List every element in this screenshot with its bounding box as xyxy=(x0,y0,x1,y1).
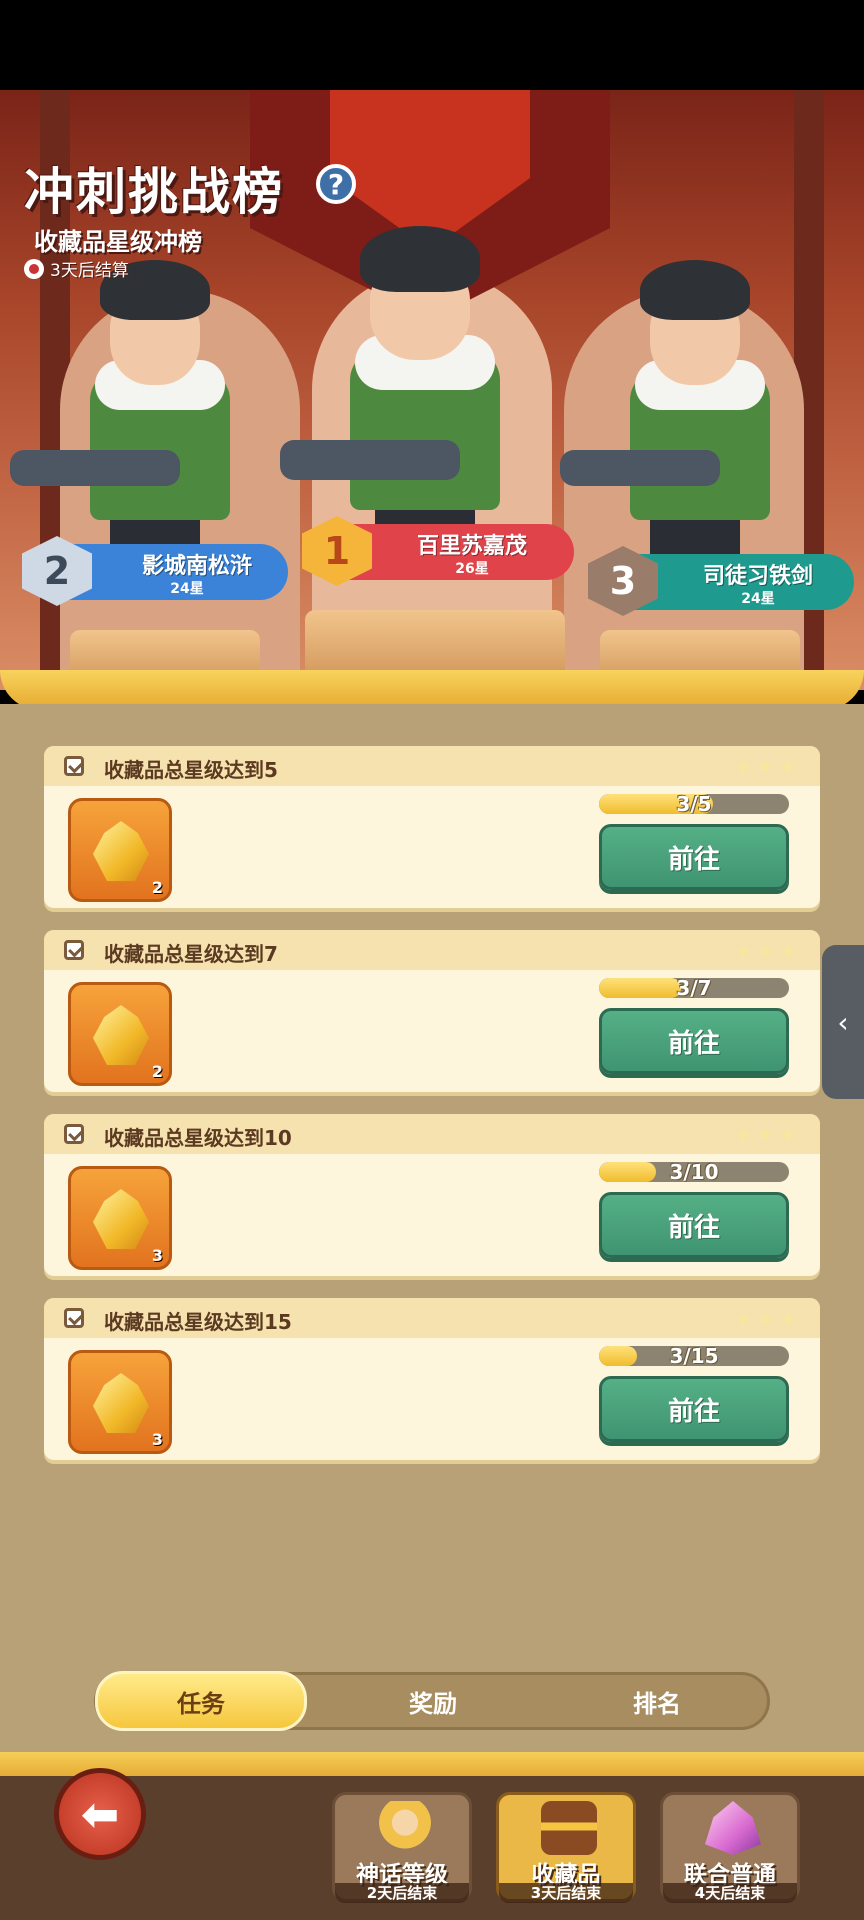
reward-item[interactable]: 2 xyxy=(68,982,172,1086)
task-card: 收藏品总星级达到10 ✦✦✦ 3 3/10 前往 xyxy=(44,1114,820,1276)
back-arrow-icon: ⬅ xyxy=(80,1787,120,1841)
go-button[interactable]: 前往 xyxy=(599,1008,789,1074)
task-checkbox-icon xyxy=(64,1124,84,1144)
task-progress-bar: 3/5 xyxy=(599,794,789,814)
sparkle-icon: ✦✦✦ xyxy=(733,1122,800,1150)
sparkle-icon: ✦✦✦ xyxy=(733,1306,800,1334)
page-title: 冲刺挑战榜 xyxy=(24,163,284,221)
task-checkbox-icon xyxy=(64,1308,84,1328)
nav-collectibles[interactable]: 收藏品 3天后结束 xyxy=(496,1792,636,1903)
player-avatar-rank-1 xyxy=(260,190,560,570)
event-subtitle: 收藏品星级冲榜 xyxy=(34,228,202,256)
reward-quantity: 2 xyxy=(151,878,163,897)
tab-bar: 任务 奖励 排名 xyxy=(94,1671,770,1731)
task-checkbox-icon xyxy=(64,756,84,776)
task-card: 收藏品总星级达到5 ✦✦✦ 2 3/5 前往 xyxy=(44,746,820,908)
player-name: 司徒习铁剑 xyxy=(702,564,813,589)
tab-rewards[interactable]: 奖励 xyxy=(333,1675,533,1727)
progress-text: 3/10 xyxy=(669,1162,719,1182)
task-progress-bar: 3/7 xyxy=(599,978,789,998)
progress-text: 3/5 xyxy=(676,794,712,814)
timer-text: 3天后结算 xyxy=(50,261,129,281)
task-title: 收藏品总星级达到7 xyxy=(104,942,278,966)
task-checkbox-icon xyxy=(64,940,84,960)
status-bar xyxy=(0,0,864,90)
task-title: 收藏品总星级达到5 xyxy=(104,758,278,782)
gold-crystal-icon xyxy=(93,821,149,881)
go-button[interactable]: 前往 xyxy=(599,1376,789,1442)
reward-quantity: 2 xyxy=(151,1062,163,1081)
progress-text: 3/15 xyxy=(669,1346,719,1366)
back-button[interactable]: ⬅ xyxy=(54,1768,146,1860)
player-stars: 24星 xyxy=(170,581,204,597)
crystal-icon xyxy=(705,1801,761,1855)
task-progress-bar: 3/10 xyxy=(599,1162,789,1182)
nav-countdown: 3天后结束 xyxy=(499,1883,633,1903)
side-expand-tab[interactable]: ‹ xyxy=(822,945,864,1099)
nav-countdown: 4天后结束 xyxy=(663,1883,797,1903)
rank-plate-3[interactable]: 3 司徒习铁剑 24星 xyxy=(588,546,858,616)
reward-item[interactable]: 3 xyxy=(68,1166,172,1270)
sparkle-icon: ✦✦✦ xyxy=(733,938,800,966)
chevron-left-icon: ‹ xyxy=(837,1005,849,1039)
treasure-chest-icon xyxy=(541,1801,597,1855)
progress-text: 3/7 xyxy=(676,978,712,998)
go-button[interactable]: 前往 xyxy=(599,1192,789,1258)
player-stars: 26星 xyxy=(455,561,489,577)
tab-tasks[interactable]: 任务 xyxy=(95,1671,307,1731)
nav-mythic-level[interactable]: 神话等级 2天后结束 xyxy=(332,1792,472,1903)
help-icon[interactable]: ? xyxy=(316,164,356,204)
gold-crystal-icon xyxy=(93,1189,149,1249)
rank-plate-2[interactable]: 2 影城南松浒 24星 xyxy=(22,536,292,606)
nav-countdown: 2天后结束 xyxy=(335,1883,469,1903)
reward-item[interactable]: 3 xyxy=(68,1350,172,1454)
tab-ranking[interactable]: 排名 xyxy=(557,1675,757,1727)
task-title: 收藏品总星级达到15 xyxy=(104,1310,292,1334)
task-card: 收藏品总星级达到15 ✦✦✦ 3 3/15 前往 xyxy=(44,1298,820,1460)
player-name: 百里苏嘉茂 xyxy=(416,534,527,559)
reward-quantity: 3 xyxy=(151,1430,163,1449)
gold-crystal-icon xyxy=(93,1373,149,1433)
timer-icon xyxy=(24,258,44,279)
sparkle-icon: ✦✦✦ xyxy=(733,754,800,782)
go-button[interactable]: 前往 xyxy=(599,824,789,890)
task-card: 收藏品总星级达到7 ✦✦✦ 2 3/7 前往 xyxy=(44,930,820,1092)
reward-item[interactable]: 2 xyxy=(68,798,172,902)
hero-icon xyxy=(377,1801,433,1855)
settlement-timer: 3天后结算 xyxy=(24,256,129,281)
player-avatar-rank-3 xyxy=(560,220,820,580)
task-title: 收藏品总星级达到10 xyxy=(104,1126,292,1150)
gold-crystal-icon xyxy=(93,1005,149,1065)
task-progress-bar: 3/15 xyxy=(599,1346,789,1366)
player-name: 影城南松浒 xyxy=(141,554,252,579)
reward-quantity: 3 xyxy=(151,1246,163,1265)
rank-plate-1[interactable]: 1 百里苏嘉茂 26星 xyxy=(302,516,574,586)
nav-union-normal[interactable]: 联合普通 4天后结束 xyxy=(660,1792,800,1903)
player-stars: 24星 xyxy=(741,591,775,607)
